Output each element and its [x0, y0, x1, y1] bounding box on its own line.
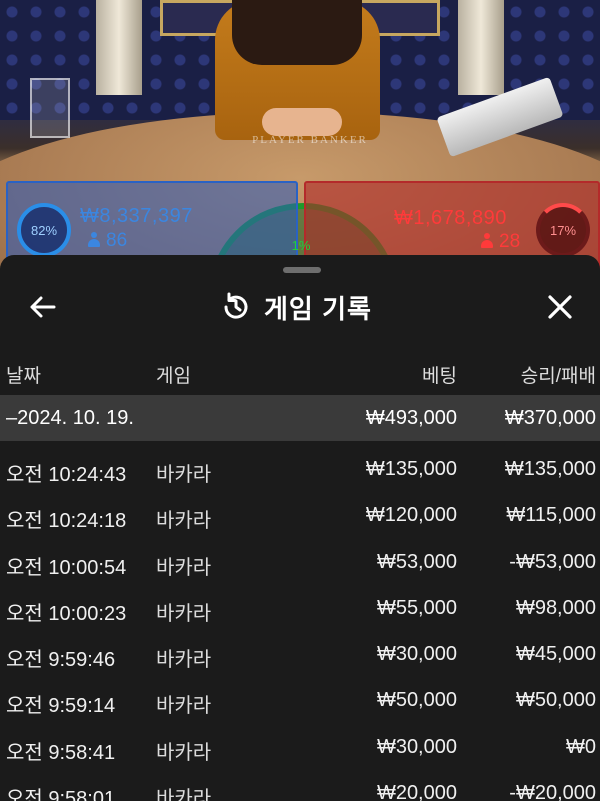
player-percent-ring: 82% — [17, 203, 71, 257]
row-time: 오전 9:58:41 — [6, 741, 116, 764]
day-summary-row[interactable]: –2024. 10. 19. ₩493,000 ₩370,000 — [0, 395, 600, 441]
row-bet: ₩50,000 — [376, 689, 457, 712]
banker-count-value: 28 — [499, 231, 521, 252]
row-game: 바카라 — [156, 788, 212, 801]
sheet-title-group: 게임 기록 — [220, 287, 372, 327]
row-win-loss: ₩115,000 — [506, 504, 596, 527]
history-list: 오전 10:24:43 바카라 ₩135,000 ₩135,000 오전 10:… — [0, 445, 600, 801]
row-bet: ₩135,000 — [365, 458, 457, 480]
player-bettor-count: 86 — [88, 230, 127, 252]
player-total-amount: ₩8,337,397 — [80, 205, 193, 227]
row-bet: ₩20,000 — [376, 782, 457, 801]
banker-total-amount: ₩1,678,890 — [394, 207, 507, 229]
row-time: 오전 9:58:01 — [6, 788, 116, 801]
pillar — [458, 0, 504, 95]
row-win-loss: ₩0 — [566, 735, 596, 758]
game-history-sheet: 게임 기록 날짜 게임 베팅 승리/패배 –2024. 10. 19. ₩493… — [0, 255, 600, 801]
row-time: 오전 10:24:18 — [6, 510, 127, 533]
row-win-loss: -₩20,000 — [509, 782, 596, 801]
row-game: 바카라 — [156, 649, 212, 672]
player-count-value: 86 — [106, 230, 128, 251]
banker-percent: 17% — [549, 222, 577, 238]
person-icon — [481, 233, 493, 248]
day-date: –2024. 10. 19. — [6, 407, 134, 429]
row-time: 오전 10:24:43 — [6, 464, 127, 486]
history-row[interactable]: 오전 9:59:14 바카라 ₩50,000 ₩50,000 — [0, 676, 600, 722]
history-icon — [224, 292, 248, 319]
history-row[interactable]: 오전 9:58:01 바카라 ₩20,000 -₩20,000 — [0, 769, 600, 801]
tie-percent: 1% — [291, 238, 311, 253]
row-bet: ₩53,000 — [376, 550, 457, 573]
row-time: 오전 10:00:23 — [6, 602, 127, 625]
history-row[interactable]: 오전 10:24:18 바카라 ₩120,000 ₩115,000 — [0, 491, 600, 537]
banker-percent-ring: 17% — [536, 203, 590, 257]
column-header-bet: 베팅 — [422, 366, 457, 387]
history-row[interactable]: 오전 10:24:43 바카라 ₩135,000 ₩135,000 — [0, 445, 600, 491]
row-game: 바카라 — [156, 510, 212, 533]
row-bet: ₩30,000 — [376, 735, 457, 758]
row-game: 바카라 — [156, 464, 212, 486]
row-bet: ₩30,000 — [376, 643, 457, 666]
back-button[interactable] — [24, 289, 60, 325]
row-time: 오전 10:00:54 — [6, 556, 127, 579]
row-game: 바카라 — [156, 741, 212, 764]
row-game: 바카라 — [156, 602, 212, 625]
row-time: 오전 9:59:46 — [6, 649, 116, 672]
row-bet: ₩55,000 — [376, 596, 457, 619]
close-icon — [548, 295, 572, 319]
row-game: 바카라 — [156, 556, 212, 579]
row-bet: ₩120,000 — [365, 504, 457, 527]
history-row[interactable]: 오전 10:00:54 바카라 ₩53,000 -₩53,000 — [0, 538, 600, 584]
banker-bettor-count: 28 — [481, 231, 520, 253]
history-row[interactable]: 오전 10:00:23 바카라 ₩55,000 ₩98,000 — [0, 584, 600, 630]
column-header-game: 게임 — [156, 366, 191, 387]
row-win-loss: ₩45,000 — [515, 643, 596, 666]
row-win-loss: ₩50,000 — [515, 689, 596, 712]
table-felt-text: PLAYER BANKER — [252, 134, 368, 146]
close-button[interactable] — [540, 289, 580, 325]
row-time: 오전 9:59:14 — [6, 695, 116, 718]
row-game: 바카라 — [156, 695, 212, 718]
column-header-date: 날짜 — [6, 366, 41, 387]
row-win-loss: ₩98,000 — [515, 596, 596, 619]
sheet-header: 게임 기록 — [0, 279, 600, 335]
dealer-hair — [232, 0, 362, 65]
day-total-win-loss: ₩370,000 — [504, 407, 596, 429]
player-percent: 82% — [30, 222, 58, 238]
history-row[interactable]: 오전 9:59:46 바카라 ₩30,000 ₩45,000 — [0, 630, 600, 676]
row-win-loss: ₩135,000 — [504, 458, 596, 480]
row-win-loss: -₩53,000 — [509, 550, 596, 573]
column-header-win-loss: 승리/패배 — [520, 366, 596, 387]
day-total-bet: ₩493,000 — [365, 407, 457, 429]
pillar — [96, 0, 142, 95]
discard-box — [30, 78, 70, 138]
arrow-left-icon — [30, 296, 56, 318]
sheet-title: 게임 기록 — [264, 293, 372, 324]
history-row[interactable]: 오전 9:58:41 바카라 ₩30,000 ₩0 — [0, 723, 600, 769]
history-column-headers: 날짜 게임 베팅 승리/패배 — [0, 355, 600, 393]
sheet-drag-handle[interactable] — [283, 267, 321, 273]
dealer-hands — [262, 108, 342, 136]
person-icon — [88, 232, 100, 247]
